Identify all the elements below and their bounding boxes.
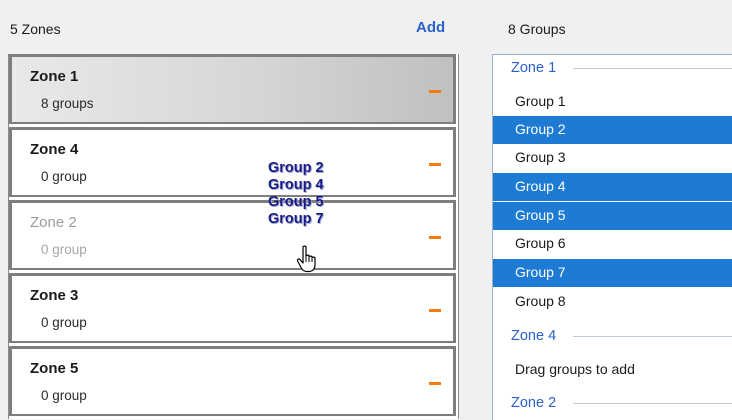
minus-icon[interactable] <box>429 90 441 93</box>
zone-name: Zone 5 <box>30 360 79 377</box>
drag-ghost-item: Group 5 <box>268 194 324 210</box>
group-item[interactable]: Group 3 <box>493 144 732 172</box>
hand-pointer-icon <box>296 245 316 273</box>
group-label: Group 3 <box>515 149 566 165</box>
section-label: Zone 1 <box>511 60 563 76</box>
section-divider <box>573 403 732 404</box>
minus-icon[interactable] <box>429 309 441 312</box>
drag-ghost-item: Group 4 <box>268 177 324 193</box>
section-label: Zone 2 <box>511 395 563 411</box>
groups-list: Zone 1 Group 1 Group 2 Group 3 Group 4 G… <box>492 54 732 420</box>
drag-ghost-item: Group 7 <box>268 211 324 227</box>
group-item[interactable]: Group 2 <box>493 116 732 144</box>
group-item[interactable]: Group 8 <box>493 288 732 316</box>
group-label: Group 4 <box>515 178 566 194</box>
group-item[interactable]: Group 5 <box>493 202 732 230</box>
drop-placeholder[interactable]: Drag groups to add <box>493 356 732 384</box>
zone-group-count: 0 group <box>41 315 87 330</box>
drag-ghost: Group 2 Group 4 Group 5 Group 7 <box>268 160 368 228</box>
zone-card-zone-5[interactable]: Zone 5 0 group <box>9 346 456 416</box>
group-item[interactable]: Group 4 <box>493 173 732 201</box>
zones-list: Zone 1 8 groups Zone 4 0 group Zone 2 0 … <box>8 54 459 419</box>
group-section-header-zone-1: Zone 1 <box>493 55 732 83</box>
minus-icon[interactable] <box>429 236 441 239</box>
zones-count-label: 5 Zones <box>10 21 61 37</box>
group-label: Group 5 <box>515 207 566 223</box>
zone-card-zone-2[interactable]: Zone 2 0 group <box>9 200 456 270</box>
group-label: Group 6 <box>515 235 566 251</box>
group-label: Group 2 <box>515 121 566 137</box>
group-section-header-zone-4: Zone 4 <box>493 323 732 351</box>
group-item[interactable]: Group 6 <box>493 230 732 258</box>
zone-name: Zone 2 <box>30 214 77 231</box>
zone-group-count: 0 group <box>41 242 87 257</box>
zone-name: Zone 3 <box>30 287 79 304</box>
drag-ghost-item: Group 2 <box>268 160 324 176</box>
group-item[interactable]: Group 1 <box>493 88 732 116</box>
zone-group-count: 8 groups <box>41 96 94 111</box>
group-item[interactable]: Group 7 <box>493 259 732 287</box>
zone-name: Zone 4 <box>30 141 79 158</box>
placeholder-label: Drag groups to add <box>515 361 635 377</box>
zone-group-count: 0 group <box>41 169 87 184</box>
minus-icon[interactable] <box>429 163 441 166</box>
section-label: Zone 4 <box>511 328 563 344</box>
groups-count-label: 8 Groups <box>508 21 566 37</box>
minus-icon[interactable] <box>429 382 441 385</box>
zone-group-count: 0 group <box>41 388 87 403</box>
zone-card-zone-3[interactable]: Zone 3 0 group <box>9 273 456 343</box>
section-divider <box>573 68 732 69</box>
zone-card-zone-4[interactable]: Zone 4 0 group <box>9 127 456 197</box>
section-divider <box>573 336 732 337</box>
zone-name: Zone 1 <box>30 68 79 85</box>
zone-card-zone-1[interactable]: Zone 1 8 groups <box>9 54 456 124</box>
group-label: Group 8 <box>515 293 566 309</box>
add-zone-button[interactable]: Add <box>416 19 445 36</box>
group-section-header-zone-2: Zone 2 <box>493 390 732 418</box>
group-label: Group 1 <box>515 93 566 109</box>
group-label: Group 7 <box>515 264 566 280</box>
